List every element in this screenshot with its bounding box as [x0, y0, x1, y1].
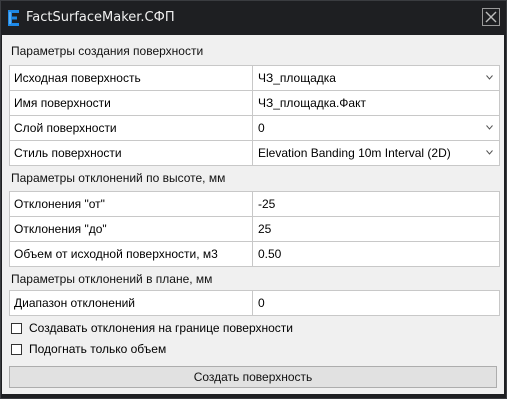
plan-properties-grid: Диапазон отклонений 0 — [9, 290, 500, 316]
property-label: Объем от исходной поверхности, м3 — [10, 242, 253, 266]
property-label: Диапазон отклонений — [10, 291, 253, 315]
property-label: Отклонения "от" — [10, 192, 253, 216]
close-button[interactable] — [482, 8, 500, 26]
chevron-down-icon — [486, 125, 493, 130]
property-value: 0 — [258, 296, 265, 310]
fit-volume-only-checkbox[interactable] — [11, 343, 22, 355]
property-row: Имя поверхности ЧЗ_площадка.Факт — [10, 91, 500, 116]
title-bar[interactable]: FactSurfaceMaker.СФП — [1, 1, 506, 35]
app-logo-icon — [8, 10, 19, 26]
chevron-down-icon — [486, 150, 493, 155]
surface-name-input[interactable]: ЧЗ_площадка.Факт — [253, 91, 500, 115]
boundary-deviations-option[interactable]: Создавать отклонения на границе поверхно… — [11, 321, 293, 335]
property-label: Отклонения "до" — [10, 217, 253, 241]
property-value: 0 — [258, 121, 265, 135]
property-label: Исходная поверхность — [10, 66, 253, 90]
fit-volume-only-option[interactable]: Подогнать только объем — [11, 342, 166, 356]
source-surface-select[interactable]: ЧЗ_площадка — [253, 66, 500, 90]
property-value: 25 — [258, 222, 272, 236]
property-value: ЧЗ_площадка — [258, 71, 336, 85]
close-icon — [485, 11, 497, 23]
deviation-range-input[interactable]: 0 — [253, 291, 500, 315]
section-title-plan: Параметры отклонений в плане, мм — [11, 272, 213, 286]
dialog-content: Параметры создания поверхности Исходная … — [2, 35, 504, 394]
property-row: Слой поверхности 0 — [10, 116, 500, 141]
property-label: Слой поверхности — [10, 116, 253, 140]
chevron-down-icon — [486, 75, 493, 80]
window-title: FactSurfaceMaker.СФП — [26, 10, 175, 25]
property-value: ЧЗ_площадка.Факт — [258, 96, 366, 110]
section-title-creation: Параметры создания поверхности — [11, 44, 204, 58]
deviation-from-input[interactable]: -25 — [253, 192, 500, 216]
boundary-deviations-checkbox[interactable] — [11, 322, 22, 334]
surface-layer-select[interactable]: 0 — [253, 116, 500, 140]
property-row: Отклонения "до" 25 — [10, 217, 500, 242]
surface-style-select[interactable]: Elevation Banding 10m Interval (2D) — [253, 141, 500, 165]
checkbox-label: Подогнать только объем — [29, 342, 167, 356]
property-value: -25 — [258, 197, 276, 211]
dialog-window: FactSurfaceMaker.СФП Параметры создания … — [0, 0, 507, 399]
creation-properties-grid: Исходная поверхность ЧЗ_площадка Имя пов… — [9, 65, 500, 166]
volume-input[interactable]: 0.50 — [253, 242, 500, 266]
property-label: Имя поверхности — [10, 91, 253, 115]
property-value: 0.50 — [258, 247, 282, 261]
create-surface-button[interactable]: Создать поверхность — [9, 366, 497, 388]
property-row: Объем от исходной поверхности, м3 0.50 — [10, 242, 500, 267]
section-title-height: Параметры отклонений по высоте, мм — [11, 171, 226, 185]
property-row: Исходная поверхность ЧЗ_площадка — [10, 66, 500, 91]
property-row: Диапазон отклонений 0 — [10, 291, 500, 316]
property-value: Elevation Banding 10m Interval (2D) — [258, 146, 451, 160]
height-properties-grid: Отклонения "от" -25 Отклонения "до" 25 О… — [9, 191, 500, 267]
checkbox-label: Создавать отклонения на границе поверхно… — [29, 321, 293, 335]
property-row: Стиль поверхности Elevation Banding 10m … — [10, 141, 500, 166]
deviation-to-input[interactable]: 25 — [253, 217, 500, 241]
property-row: Отклонения "от" -25 — [10, 192, 500, 217]
property-label: Стиль поверхности — [10, 141, 253, 165]
